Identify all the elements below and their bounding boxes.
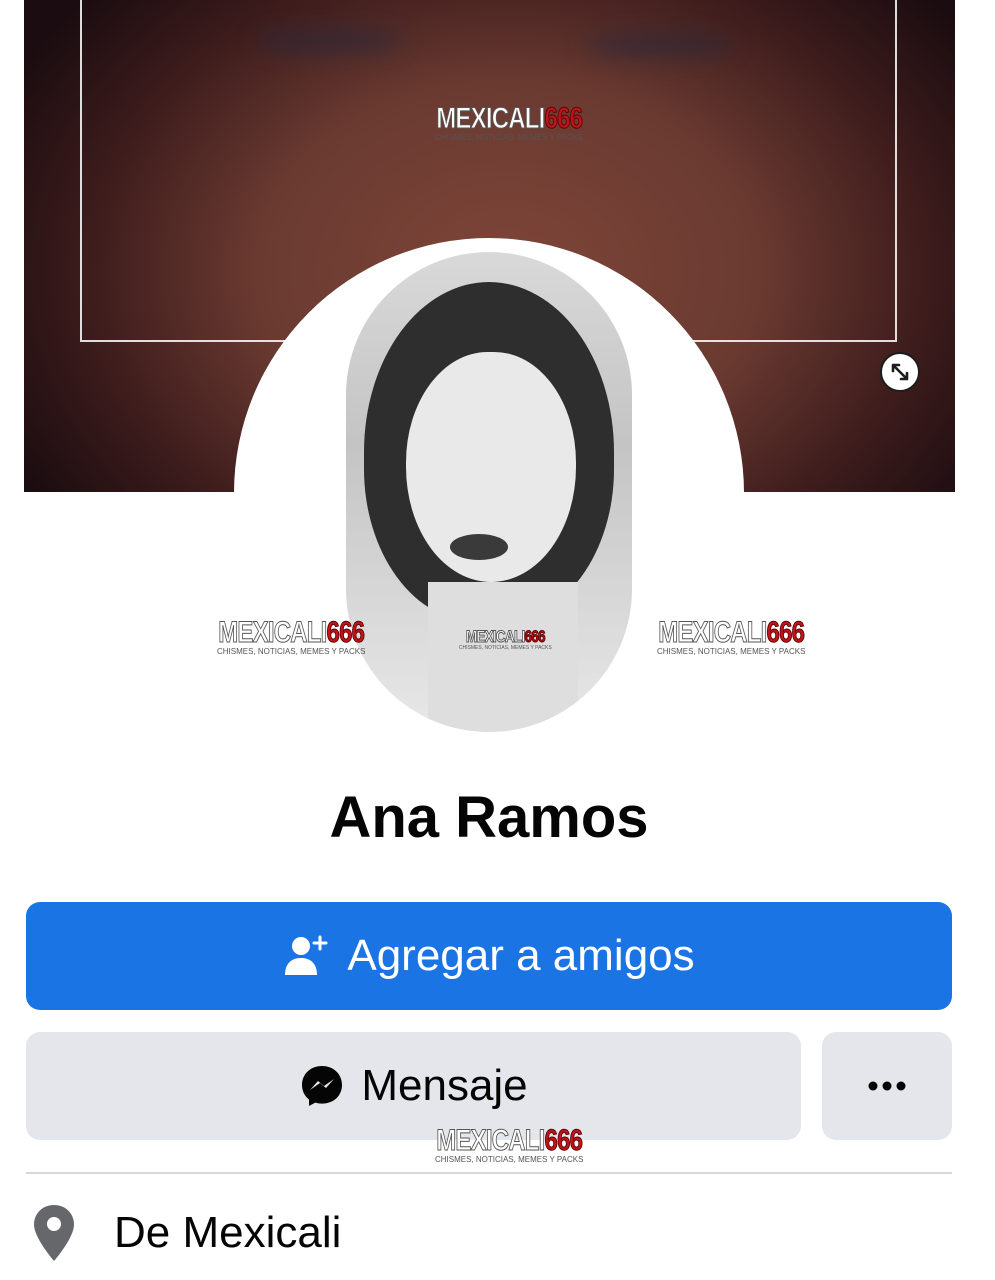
- profile-name: Ana Ramos: [329, 785, 649, 850]
- profile-picture[interactable]: [346, 252, 632, 732]
- watermark-logo: MEXICALI666 CHISMES, NOTICIAS, MEMES Y P…: [458, 627, 552, 651]
- resize-arrows-icon: [891, 363, 909, 381]
- watermark-logo: MEXICALI666 CHISMES, NOTICIAS, MEMES Y P…: [216, 616, 366, 656]
- more-options-button[interactable]: [822, 1032, 952, 1140]
- add-friend-button[interactable]: Agregar a amigos: [26, 902, 952, 1010]
- avatar-lips: [450, 534, 508, 560]
- watermark-logo: MEXICALI666 CHISMES, NOTICIAS, MEMES Y P…: [656, 616, 806, 656]
- more-dots-icon: [868, 1081, 906, 1091]
- resize-cover-button[interactable]: [880, 352, 920, 392]
- divider: [26, 1172, 952, 1174]
- location-pin-icon: [30, 1201, 78, 1265]
- avatar-neck: [428, 582, 578, 732]
- add-friend-label: Agregar a amigos: [347, 931, 695, 980]
- watermark-logo: MEXICALI666 CHISMES, NOTICIAS, MEMES Y P…: [434, 102, 584, 142]
- message-label: Mensaje: [361, 1061, 528, 1110]
- location-text: De Mexicali: [114, 1208, 342, 1257]
- watermark-logo: MEXICALI666 CHISMES, NOTICIAS, MEMES Y P…: [434, 1124, 584, 1164]
- person-add-icon: [285, 935, 328, 975]
- message-button[interactable]: Mensaje: [26, 1032, 801, 1140]
- location-row: De Mexicali: [30, 1198, 341, 1268]
- messenger-icon: [302, 1066, 343, 1106]
